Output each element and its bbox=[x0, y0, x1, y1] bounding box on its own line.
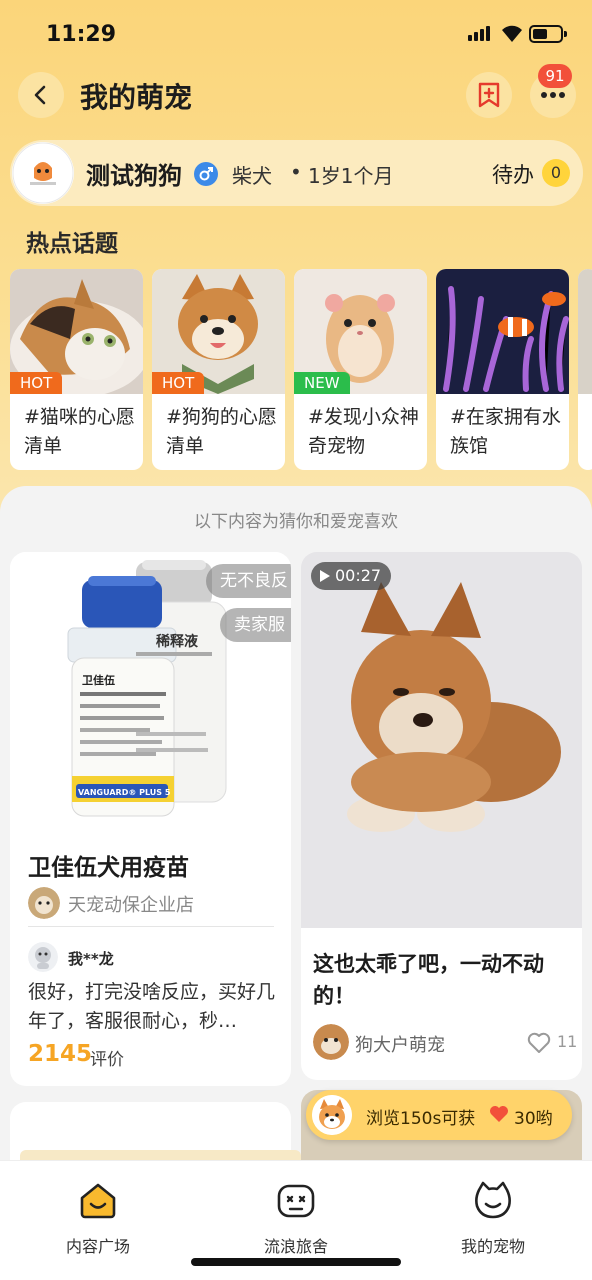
nav-stray-shelter[interactable]: 流浪旅舍 bbox=[236, 1179, 356, 1257]
pet-name: 测试狗狗 bbox=[86, 162, 182, 190]
battery-icon bbox=[529, 25, 567, 43]
browse-reward-bubble[interactable]: 浏览150s可获 30哟 bbox=[306, 1090, 572, 1140]
topic-title: #发现小众神奇宠物 bbox=[308, 406, 419, 457]
author-avatar bbox=[313, 1024, 349, 1060]
status-time: 11:29 bbox=[46, 22, 117, 47]
notification-badge: 91 bbox=[538, 64, 572, 88]
vaccine-side-label: 稀释液 bbox=[156, 633, 199, 650]
status-bar: 11:29 bbox=[0, 0, 592, 66]
game-controller-icon bbox=[277, 1184, 315, 1218]
topic-card-partial[interactable] bbox=[578, 269, 592, 470]
review-unit: 评价 bbox=[90, 1050, 124, 1070]
new-tag: NEW bbox=[294, 372, 350, 394]
recommendation-hint: 以下内容为猜你和爱宠喜欢 bbox=[194, 512, 398, 532]
hot-tag: HOT bbox=[10, 372, 63, 394]
corgi-avatar-icon bbox=[312, 1095, 352, 1135]
promo-text: 浏览150s可获 bbox=[366, 1109, 476, 1129]
shop-name[interactable]: 天宠动保企业店 bbox=[68, 891, 194, 917]
nav-label: 流浪旅舍 bbox=[263, 1237, 328, 1256]
nav-label: 内容广场 bbox=[65, 1237, 130, 1256]
vaccine-main-label: 卫佳伍 bbox=[82, 673, 115, 687]
page-title: 我的萌宠 bbox=[80, 81, 193, 114]
separator-dot: • bbox=[290, 160, 302, 184]
topic-title: #猫咪的心愿清单 bbox=[24, 406, 135, 457]
nav-content-square[interactable]: 内容广场 bbox=[38, 1179, 158, 1257]
product-title: 卫佳伍犬用疫苗 bbox=[28, 855, 189, 881]
pet-age: 1岁1个月 bbox=[308, 164, 394, 188]
review-text: 很好，打完没啥反应，买好几年了，客服很耐心，秒… bbox=[28, 981, 276, 1032]
back-button[interactable] bbox=[18, 72, 64, 118]
like-count: 11 bbox=[557, 1032, 578, 1051]
topic-card[interactable]: HOT #狗狗的心愿清单 bbox=[152, 269, 285, 470]
more-dots-icon bbox=[541, 92, 565, 98]
play-icon bbox=[320, 570, 330, 582]
divider bbox=[28, 926, 274, 927]
topic-title: #在家拥有水族馆 bbox=[450, 406, 561, 457]
topic-title: #狗狗的心愿清单 bbox=[166, 406, 277, 457]
product-pill-tag: 无不良反 bbox=[206, 564, 291, 598]
heart-icon[interactable] bbox=[527, 1032, 551, 1054]
duration-text: 00:27 bbox=[335, 566, 382, 585]
pet-breed: 柴犬 bbox=[232, 164, 272, 188]
cellular-signal-icon bbox=[468, 26, 490, 41]
puppy-video-thumbnail[interactable]: 00:27 bbox=[301, 552, 582, 928]
pet-avatar bbox=[12, 142, 74, 204]
home-icon bbox=[80, 1183, 116, 1219]
vaccine-brand: VANGUARD® PLUS 5 bbox=[78, 788, 171, 797]
add-bookmark-button[interactable] bbox=[466, 72, 512, 118]
nav-my-pets[interactable]: 我的宠物 bbox=[433, 1179, 553, 1257]
pet-profile-card[interactable]: 测试狗狗 柴犬 • 1岁1个月 待办 0 bbox=[10, 140, 583, 206]
reviewer-name: 我**龙 bbox=[68, 950, 114, 968]
review-count: 2145 bbox=[28, 1041, 93, 1067]
shop-avatar bbox=[28, 887, 60, 919]
clownfish-photo bbox=[436, 269, 569, 394]
video-card[interactable]: 00:27 这也太乖了吧，一动不动的！ 狗大户萌宠 11 bbox=[301, 552, 582, 1080]
todo-count-badge[interactable]: 0 bbox=[542, 159, 570, 187]
product-pill-tag: 卖家服 bbox=[220, 608, 291, 642]
topic-card[interactable]: HOT #猫咪的心愿清单 bbox=[10, 269, 143, 470]
heart-coin-icon bbox=[490, 1106, 508, 1122]
hot-topics-title: 热点话题 bbox=[26, 231, 118, 257]
hot-tag: HOT bbox=[152, 372, 205, 394]
product-card[interactable]: 卫佳伍 VANGUARD® PLUS 5 稀释液 无不良反 卖家服 卫佳伍犬用疫… bbox=[10, 552, 291, 1086]
topic-card[interactable]: #在家拥有水族馆 bbox=[436, 269, 569, 470]
home-indicator bbox=[191, 1258, 401, 1266]
wifi-icon bbox=[502, 25, 522, 42]
video-title: 这也太乖了吧，一动不动的！ bbox=[313, 952, 544, 1008]
pet-face-icon bbox=[475, 1181, 511, 1219]
nav-label: 我的宠物 bbox=[460, 1237, 525, 1256]
topic-card[interactable]: NEW #发现小众神奇宠物 bbox=[294, 269, 427, 470]
bookmark-add-icon bbox=[478, 82, 500, 108]
todo-label[interactable]: 待办 bbox=[492, 159, 534, 189]
video-duration: 00:27 bbox=[311, 562, 392, 590]
promo-amount: 30哟 bbox=[514, 1109, 553, 1129]
male-gender-icon bbox=[194, 162, 218, 186]
author-name[interactable]: 狗大户萌宠 bbox=[355, 1031, 445, 1057]
reviewer-avatar bbox=[28, 942, 58, 972]
chevron-left-icon bbox=[34, 85, 46, 105]
